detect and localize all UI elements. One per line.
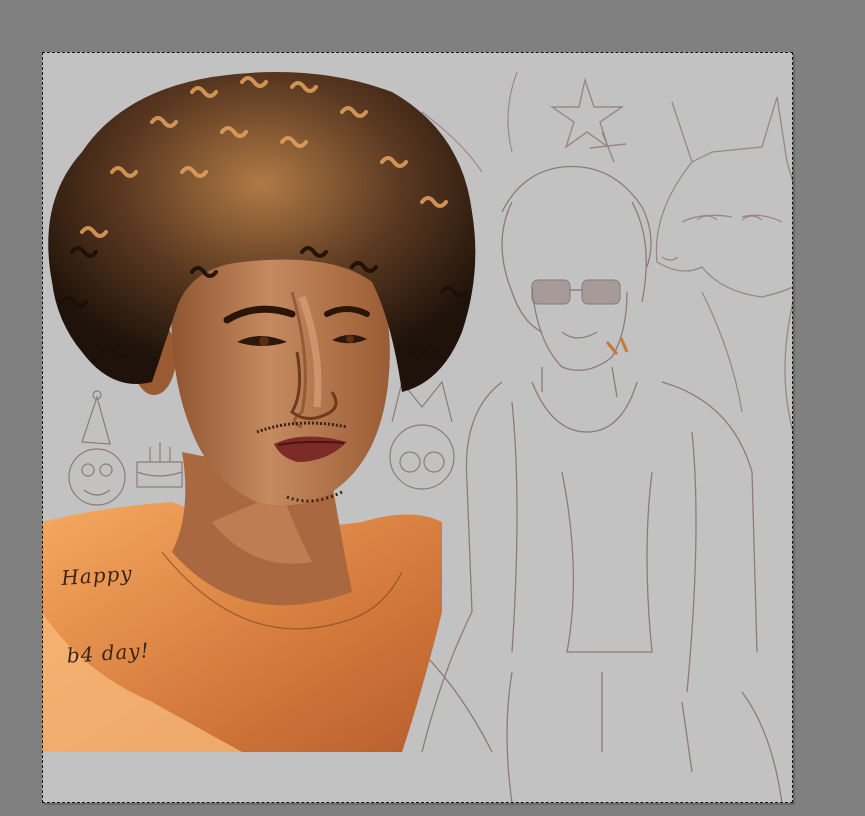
cat-doodle <box>389 380 455 490</box>
caption-line-1: Happy <box>60 561 134 590</box>
drawing-canvas[interactable]: Happy b4 day! <box>42 52 793 803</box>
sunglasses-icon <box>531 279 621 305</box>
artwork <box>42 71 793 803</box>
caption-line-2: b4 day! <box>65 638 151 668</box>
party-hat-icon <box>81 390 111 445</box>
workspace[interactable]: Happy b4 day! <box>0 0 865 816</box>
face-doodle <box>68 448 126 506</box>
star-icon <box>549 77 625 149</box>
cake-icon <box>136 442 183 488</box>
hoodie-figure-sketch <box>421 165 783 803</box>
fox-sketch <box>655 96 793 433</box>
birthday-caption: Happy b4 day! <box>57 507 154 720</box>
sparkle-icon <box>589 131 627 163</box>
